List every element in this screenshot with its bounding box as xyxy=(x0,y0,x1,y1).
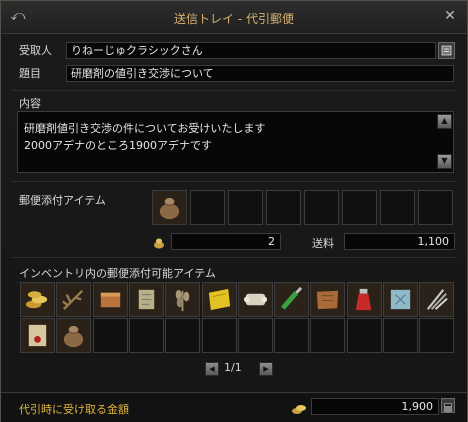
divider xyxy=(11,181,457,182)
attach-slot-empty[interactable] xyxy=(266,190,301,225)
scroll-up-button[interactable]: ▲ xyxy=(437,114,452,129)
inventory-slot-empty[interactable] xyxy=(238,318,273,353)
body-textarea[interactable]: 研磨剤値引き交渉の件についてお受けいたします 2000アデナのところ1900アデ… xyxy=(17,111,454,173)
scroll-down-button[interactable]: ▼ xyxy=(437,154,452,169)
leather-icon xyxy=(316,290,339,310)
dry-branch-icon xyxy=(62,289,84,310)
inventory-slot-coin-pouch[interactable] xyxy=(56,318,91,353)
close-icon[interactable]: ✕ xyxy=(441,8,459,24)
prev-page-button[interactable]: ◀ xyxy=(205,362,219,376)
coin-pouch-icon xyxy=(152,234,166,249)
inventory-slot-empty[interactable] xyxy=(274,318,309,353)
inventory-slot-silver-feathers[interactable] xyxy=(419,282,454,317)
attach-slot-empty[interactable] xyxy=(418,190,453,225)
inventory-slot-empty[interactable] xyxy=(93,318,128,353)
cod-amount-field[interactable]: 1,900 xyxy=(311,398,439,415)
wheat-icon xyxy=(175,289,190,312)
inventory-slot-red-potion[interactable] xyxy=(347,282,382,317)
inventory-slot-bone-scroll[interactable] xyxy=(238,282,273,317)
recipient-label: 受取人 xyxy=(19,44,52,57)
attach-slot-empty[interactable] xyxy=(190,190,225,225)
red-potion-icon xyxy=(355,288,372,311)
inventory-label: インベントリ内の郵便添付可能アイテム xyxy=(19,267,216,280)
crystal-map-icon xyxy=(390,289,411,310)
attach-label: 郵便添付アイテム xyxy=(19,194,106,207)
inventory-slot-empty[interactable] xyxy=(202,318,237,353)
seal-scroll-icon xyxy=(28,324,47,347)
inventory-slot-dry-branch[interactable] xyxy=(56,282,91,317)
inventory-slot-empty[interactable] xyxy=(310,318,345,353)
inventory-slot-empty[interactable] xyxy=(347,318,382,353)
attach-slot-coin-pouch[interactable] xyxy=(152,190,187,225)
next-page-button[interactable]: ▶ xyxy=(259,362,273,376)
coin-pouch-icon xyxy=(63,325,84,348)
yellow-cloth-icon xyxy=(208,288,231,311)
oil-box-icon xyxy=(100,292,121,308)
subject-field[interactable]: 研磨剤の値引き交渉について xyxy=(66,65,454,82)
bone-scroll-icon xyxy=(243,293,268,306)
page-indicator: 1/1 xyxy=(224,361,242,374)
attach-slot-empty[interactable] xyxy=(380,190,415,225)
divider xyxy=(11,90,457,91)
postage-field: 1,100 xyxy=(344,233,455,250)
gold-coins-icon xyxy=(25,291,48,309)
silver-feathers-icon xyxy=(426,289,448,310)
body-label: 内容 xyxy=(19,97,41,110)
attach-adena-field[interactable]: 2 xyxy=(171,233,281,250)
inventory-slot-seal-scroll[interactable] xyxy=(20,318,55,353)
inventory-slot-leather[interactable] xyxy=(310,282,345,317)
inventory-slot-crystal-map[interactable] xyxy=(383,282,418,317)
cod-amount-label: 代引時に受け取る金額 xyxy=(19,403,129,416)
scroll-icon xyxy=(138,289,155,310)
inventory-slot-green-potion[interactable] xyxy=(274,282,309,317)
inventory-slot-gold-coins[interactable] xyxy=(20,282,55,317)
title-bar: ⤺ 送信トレイ - 代引郵便 ✕ xyxy=(1,1,467,34)
gold-coins-icon xyxy=(291,400,307,414)
divider xyxy=(11,257,457,258)
inventory-slot-empty[interactable] xyxy=(419,318,454,353)
body-line-2: 2000アデナのところ1900アデナです xyxy=(24,139,212,152)
coin-pouch-icon xyxy=(159,197,180,220)
body-line-1: 研磨剤値引き交渉の件についてお受けいたします xyxy=(24,122,266,135)
inventory-slot-empty[interactable] xyxy=(129,318,164,353)
attach-slot-empty[interactable] xyxy=(342,190,377,225)
attach-slot-empty[interactable] xyxy=(304,190,339,225)
postage-label: 送料 xyxy=(312,237,334,250)
window-title: 送信トレイ - 代引郵便 xyxy=(174,12,294,26)
footer-bar: 代引時に受け取る金額 1,900 xyxy=(1,392,467,422)
inventory-slot-oil-box[interactable] xyxy=(93,282,128,317)
calculator-icon[interactable] xyxy=(441,398,455,413)
inventory-slot-wheat[interactable] xyxy=(165,282,200,317)
address-book-icon[interactable] xyxy=(438,42,455,59)
green-potion-icon xyxy=(280,286,303,310)
inventory-slot-scroll[interactable] xyxy=(129,282,164,317)
subject-label: 題目 xyxy=(19,67,41,80)
mail-window: ⤺ 送信トレイ - 代引郵便 ✕ 受取人 りねーじゅクラシックさん 題目 研磨剤… xyxy=(0,0,468,422)
recipient-field[interactable]: りねーじゅクラシックさん xyxy=(66,42,436,59)
inventory-slot-empty[interactable] xyxy=(383,318,418,353)
inventory-slot-yellow-cloth[interactable] xyxy=(202,282,237,317)
attach-slot-empty[interactable] xyxy=(228,190,263,225)
inventory-slot-empty[interactable] xyxy=(165,318,200,353)
